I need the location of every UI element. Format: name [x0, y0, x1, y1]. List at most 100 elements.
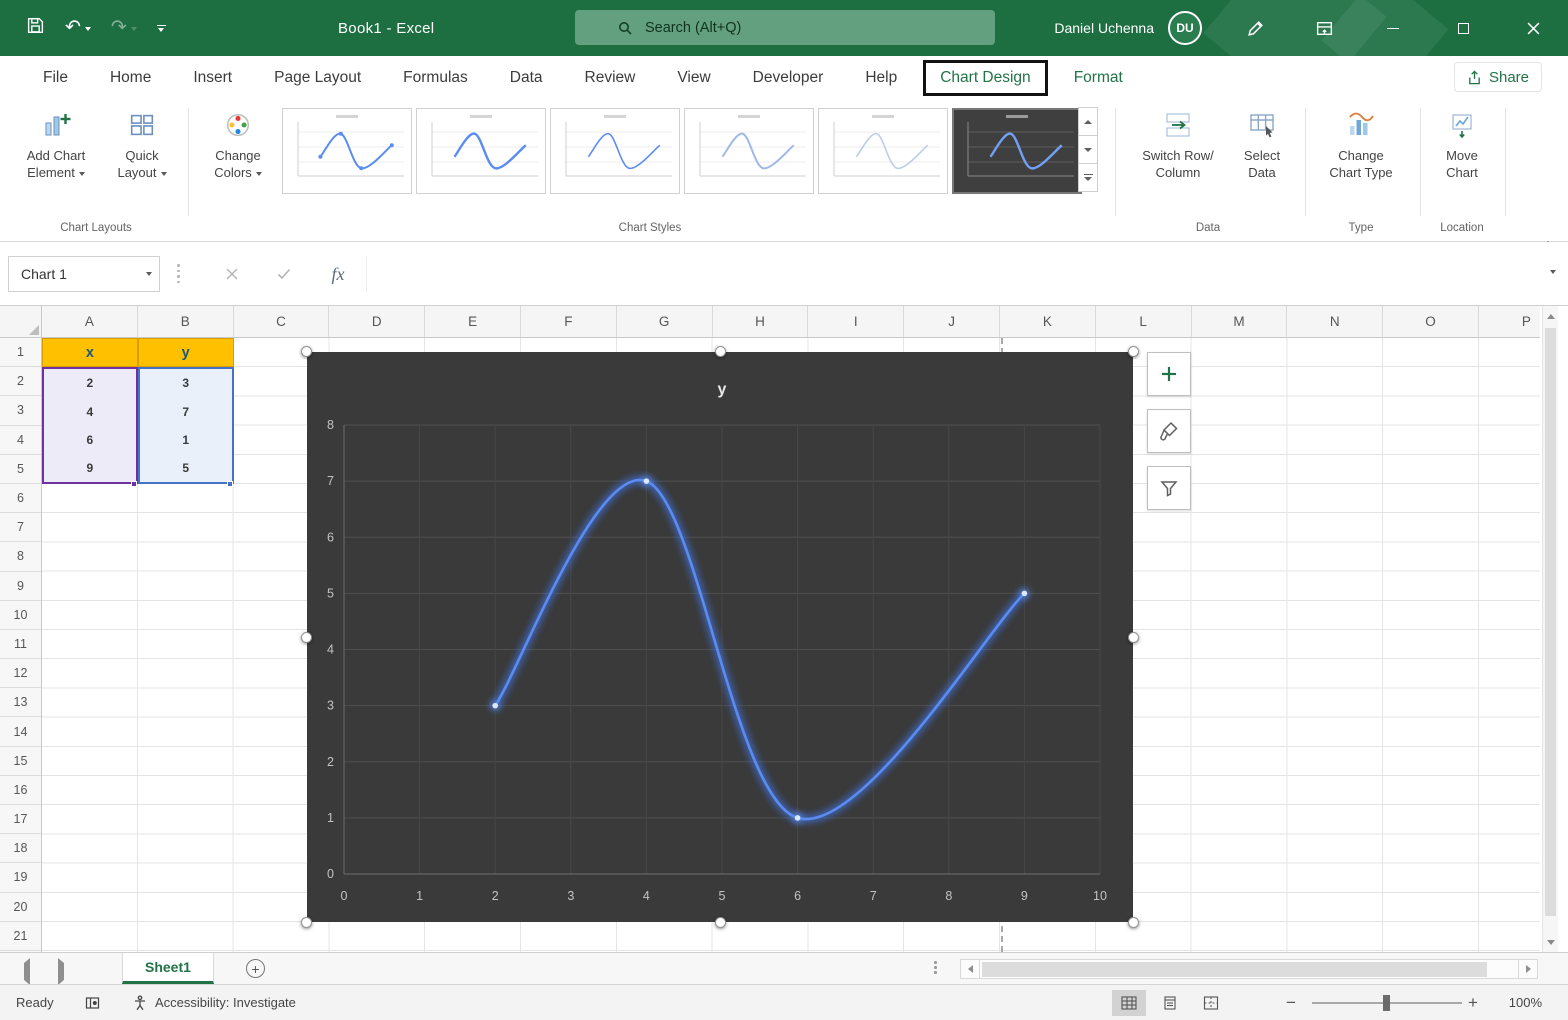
row-header-17[interactable]: 17 — [0, 805, 41, 835]
quick-layout-button[interactable]: Quick Layout — [104, 108, 180, 181]
chart-style-thumbnail-3[interactable] — [550, 108, 680, 194]
gallery-more-button[interactable] — [1078, 163, 1098, 192]
select-all-corner[interactable] — [0, 306, 42, 338]
scroll-right-icon[interactable] — [1518, 959, 1538, 979]
sheet-nav-left-icon[interactable] — [24, 958, 30, 985]
maximize-button[interactable] — [1428, 0, 1498, 56]
resize-handle-sw[interactable] — [301, 917, 312, 928]
column-header-l[interactable]: L — [1096, 306, 1192, 337]
zoom-level[interactable]: 100% — [1494, 985, 1542, 1020]
change-colors-button[interactable]: Change Colors — [198, 108, 278, 181]
row-header-10[interactable]: 10 — [0, 601, 41, 630]
row-header-12[interactable]: 12 — [0, 659, 41, 689]
row-header-19[interactable]: 19 — [0, 863, 41, 893]
column-header-m[interactable]: M — [1192, 306, 1288, 337]
expand-formula-bar-icon[interactable] — [1550, 270, 1556, 274]
chart-filters-button[interactable] — [1147, 466, 1191, 510]
change-chart-type-button[interactable]: Change Chart Type — [1313, 108, 1409, 181]
cell-value[interactable]: 3 — [140, 369, 232, 397]
zoom-out-button[interactable]: − — [1286, 985, 1296, 1020]
scroll-down-icon[interactable] — [1543, 932, 1559, 952]
customize-qat-button[interactable] — [156, 24, 166, 32]
resize-handle-se[interactable] — [1128, 917, 1139, 928]
row-header-8[interactable]: 8 — [0, 542, 41, 572]
account-name[interactable]: Daniel Uchenna — [1002, 0, 1154, 56]
formula-input[interactable] — [366, 256, 1532, 292]
cell-value[interactable]: 2 — [44, 369, 136, 397]
column-header-c[interactable]: C — [234, 306, 330, 337]
page-break-preview-button[interactable] — [1194, 990, 1228, 1016]
row-header-7[interactable]: 7 — [0, 513, 41, 543]
cell-b1[interactable]: y — [137, 338, 234, 368]
chart-styles-button[interactable] — [1147, 409, 1191, 453]
resize-handle-ne[interactable] — [1128, 346, 1139, 357]
row-header-1[interactable]: 1 — [0, 338, 41, 368]
accessibility-status[interactable]: Accessibility: Investigate — [132, 985, 296, 1020]
row-header-3[interactable]: 3 — [0, 396, 41, 426]
tab-file[interactable]: File — [22, 69, 89, 87]
category-range-a2-a5[interactable]: 2469 — [42, 367, 138, 485]
value-range-b2-b5[interactable]: 3715 — [137, 367, 234, 485]
page-layout-view-button[interactable] — [1153, 990, 1187, 1016]
close-button[interactable] — [1498, 0, 1568, 56]
fill-handle[interactable] — [131, 481, 137, 487]
column-header-k[interactable]: K — [1000, 306, 1096, 337]
scroll-up-icon[interactable] — [1543, 306, 1559, 326]
row-header-6[interactable]: 6 — [0, 484, 41, 514]
tab-insert[interactable]: Insert — [172, 69, 253, 87]
move-chart-button[interactable]: Move Chart — [1424, 108, 1500, 181]
row-header-13[interactable]: 13 — [0, 688, 41, 718]
column-header-d[interactable]: D — [329, 306, 426, 337]
select-data-button[interactable]: Select Data — [1230, 108, 1294, 181]
horizontal-scrollbar-track[interactable] — [980, 959, 1518, 979]
sheet-tab-sheet1[interactable]: Sheet1 — [122, 953, 214, 984]
share-button[interactable]: Share — [1453, 62, 1542, 92]
column-header-a[interactable]: A — [42, 306, 138, 337]
name-box[interactable]: Chart 1 — [8, 256, 160, 292]
resize-handle-s[interactable] — [714, 917, 726, 928]
resize-handle-e[interactable] — [1128, 631, 1139, 643]
column-header-h[interactable]: H — [713, 306, 809, 337]
row-header-4[interactable]: 4 — [0, 426, 41, 455]
tab-view[interactable]: View — [656, 69, 731, 87]
switch-row-column-button[interactable]: Switch Row/ Column — [1128, 108, 1228, 181]
cell-value[interactable]: 1 — [140, 426, 232, 454]
tab-help[interactable]: Help — [844, 69, 918, 87]
column-header-j[interactable]: J — [904, 306, 1000, 337]
cell-value[interactable]: 6 — [44, 426, 136, 454]
column-header-o[interactable]: O — [1383, 306, 1479, 337]
tab-chart-design[interactable]: Chart Design — [940, 69, 1030, 87]
cell-a1[interactable]: x — [42, 338, 138, 368]
row-header-9[interactable]: 9 — [0, 572, 41, 601]
tab-home[interactable]: Home — [89, 69, 172, 87]
zoom-in-button[interactable]: + — [1468, 985, 1478, 1020]
chart-style-thumbnail-2[interactable] — [416, 108, 546, 194]
ribbon-display-options-icon[interactable] — [1302, 0, 1346, 56]
chart-style-thumbnail-6[interactable] — [952, 108, 1082, 194]
row-header-21[interactable]: 21 — [0, 922, 41, 951]
search-input[interactable]: Search (Alt+Q) — [575, 10, 995, 45]
tab-formulas[interactable]: Formulas — [382, 69, 489, 87]
cell-value[interactable]: 9 — [44, 454, 136, 482]
horizontal-scrollbar[interactable] — [960, 958, 1538, 980]
scroll-left-icon[interactable] — [960, 959, 980, 979]
minimize-button[interactable] — [1358, 0, 1428, 56]
vertical-scrollbar-thumb[interactable] — [1545, 328, 1556, 916]
tab-data[interactable]: Data — [489, 69, 564, 87]
row-header-18[interactable]: 18 — [0, 834, 41, 864]
tab-page-layout[interactable]: Page Layout — [253, 69, 382, 87]
add-chart-element-button[interactable]: Add Chart Element — [10, 108, 102, 181]
horizontal-scrollbar-thumb[interactable] — [982, 962, 1487, 977]
resize-handle-nw[interactable] — [301, 346, 312, 357]
column-header-b[interactable]: B — [138, 306, 234, 337]
gallery-scroll-up-button[interactable] — [1078, 107, 1098, 136]
macro-record-icon[interactable] — [84, 985, 101, 1020]
insert-function-icon[interactable]: fx — [320, 256, 356, 292]
row-header-5[interactable]: 5 — [0, 455, 41, 484]
vertical-scrollbar[interactable] — [1542, 306, 1558, 952]
chart-elements-button[interactable] — [1147, 352, 1191, 396]
new-sheet-button[interactable]: + — [246, 959, 265, 978]
zoom-slider-thumb[interactable] — [1383, 995, 1390, 1011]
collapse-ribbon-button[interactable] — [1544, 224, 1552, 245]
chart-style-thumbnail-4[interactable] — [684, 108, 814, 194]
